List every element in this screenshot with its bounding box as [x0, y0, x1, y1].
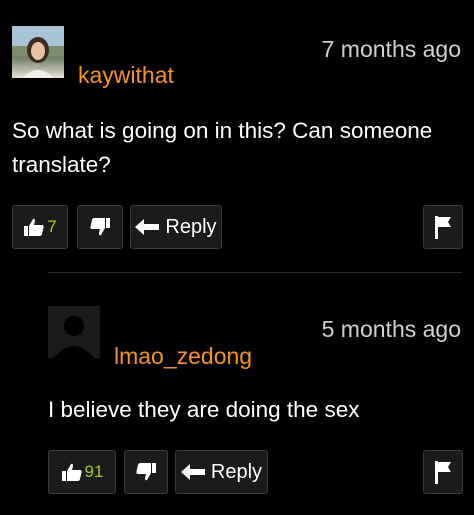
reply-arrow-icon: [135, 219, 160, 235]
dislike-button[interactable]: [77, 205, 123, 249]
username[interactable]: lmao_zedong: [114, 343, 252, 370]
comment-text: I believe they are doing the sex: [48, 397, 360, 422]
like-count: 7: [47, 217, 57, 236]
comment: kaywithat 7 months ago So what is going …: [0, 0, 474, 260]
default-avatar-icon: [48, 306, 100, 358]
avatar-photo-icon: [12, 26, 64, 78]
reply-arrow-icon: [180, 464, 205, 480]
timestamp: 7 months ago: [321, 36, 461, 62]
thumbs-down-icon: [135, 462, 157, 482]
reply-label: Reply: [165, 215, 217, 238]
flag-button[interactable]: [423, 450, 463, 494]
comment-text: So what is going on in this? Can someone…: [12, 118, 433, 177]
reply-button[interactable]: Reply: [130, 205, 222, 249]
avatar[interactable]: [12, 26, 64, 78]
dislike-button[interactable]: [124, 450, 168, 494]
like-button[interactable]: 7: [12, 205, 68, 249]
comment-reply: lmao_zedong 5 months ago I believe they …: [0, 272, 474, 515]
username[interactable]: kaywithat: [78, 62, 174, 89]
avatar[interactable]: [48, 306, 100, 358]
flag-icon: [433, 215, 453, 239]
flag-button[interactable]: [423, 205, 463, 249]
flag-icon: [433, 460, 453, 484]
thumbs-up-icon: [23, 217, 45, 237]
thumbs-down-icon: [89, 217, 111, 237]
like-button[interactable]: 91: [48, 450, 116, 494]
timestamp: 5 months ago: [321, 316, 461, 342]
reply-label: Reply: [210, 460, 263, 483]
thumbs-up-icon: [61, 462, 83, 482]
like-count: 91: [84, 462, 104, 481]
reply-button[interactable]: Reply: [175, 450, 268, 494]
